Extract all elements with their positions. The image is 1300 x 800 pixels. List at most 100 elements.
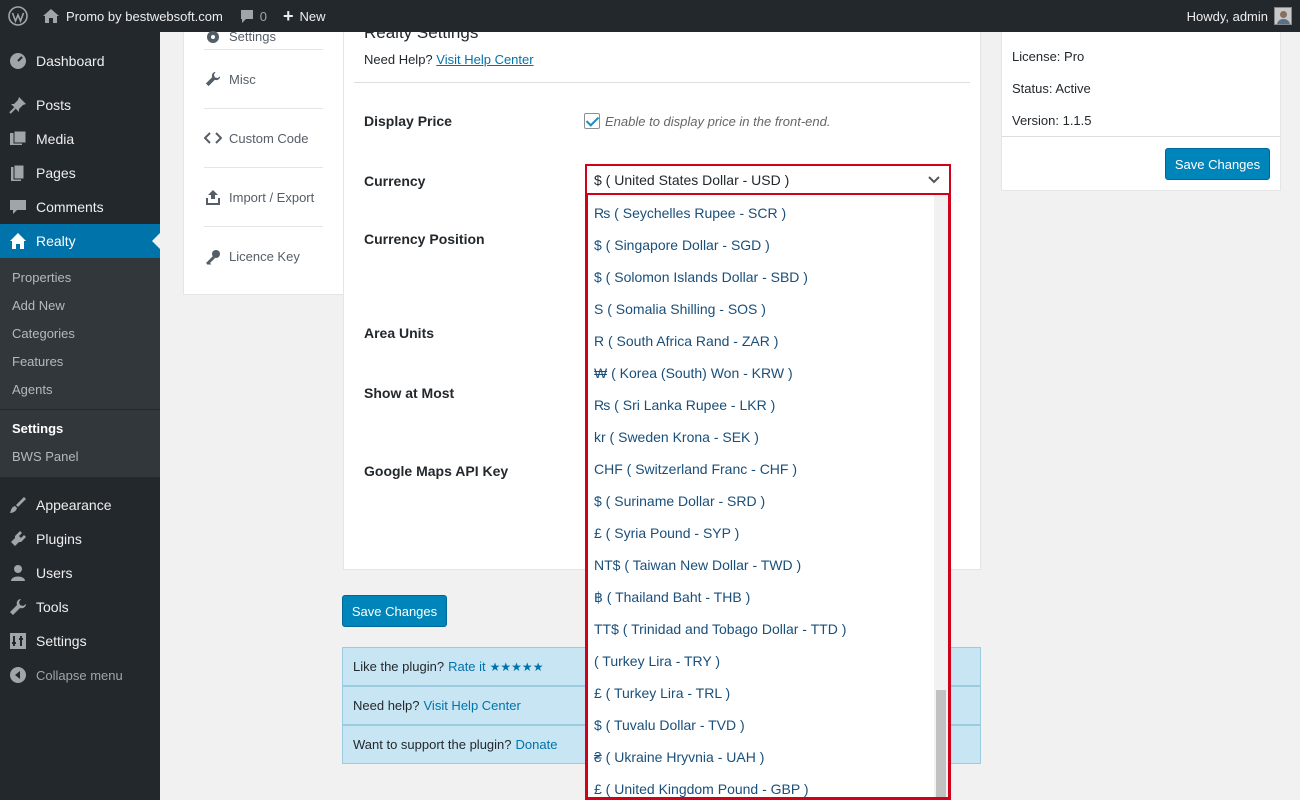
sidebar-item-pages[interactable]: Pages [0, 156, 160, 190]
help-line: Need Help? Visit Help Center [364, 52, 534, 67]
currency-option[interactable]: ₨ ( Seychelles Rupee - SCR ) [588, 197, 934, 229]
code-icon [204, 131, 222, 145]
admin-sidebar: Dashboard Posts Media Pages Comments Rea… [0, 32, 160, 800]
home-icon [8, 231, 28, 251]
currency-option[interactable]: CHF ( Switzerland Franc - CHF ) [588, 453, 934, 485]
sidebar-item-label: Pages [36, 165, 76, 181]
currency-option[interactable]: $ ( Tuvalu Dollar - TVD ) [588, 709, 934, 741]
donate-link[interactable]: Donate [516, 737, 558, 752]
currency-option[interactable]: S ( Somalia Shilling - SOS ) [588, 293, 934, 325]
plugin-version: Version: 1.1.5 [1012, 113, 1092, 128]
currency-option[interactable]: $ ( Solomon Islands Dollar - SBD ) [588, 261, 934, 293]
sidebar-item-label: Comments [36, 199, 104, 215]
sidebar-item-realty[interactable]: Realty [0, 224, 160, 258]
currency-option[interactable]: ฿ ( Thailand Baht - THB ) [588, 581, 934, 613]
display-price-description: Enable to display price in the front-end… [605, 113, 831, 129]
plug-icon [8, 529, 28, 549]
sidebar-item-plugins[interactable]: Plugins [0, 522, 160, 556]
comment-icon [239, 8, 255, 24]
currency-option[interactable]: ₨ ( Sri Lanka Rupee - LKR ) [588, 389, 934, 421]
tab-custom-code[interactable]: Custom Code [204, 109, 323, 168]
sidebar-item-posts[interactable]: Posts [0, 88, 160, 122]
gear-icon [204, 29, 222, 45]
help-center-link-2[interactable]: Visit Help Center [424, 698, 521, 713]
tab-label: Misc [229, 71, 256, 87]
tab-label: Import / Export [229, 189, 315, 205]
help-center-link[interactable]: Visit Help Center [436, 52, 533, 67]
sidebar-item-comments[interactable]: Comments [0, 190, 160, 224]
new-label: New [299, 8, 326, 24]
sidebar-item-label: Posts [36, 97, 72, 113]
pages-icon [8, 163, 28, 183]
admin-bar: Promo by bestwebsoft.com 0 + New Howdy, … [0, 0, 1300, 32]
scrollbar-thumb[interactable] [936, 690, 946, 797]
save-changes-button[interactable]: Save Changes [342, 595, 447, 627]
currency-option[interactable]: £ ( United Kingdom Pound - GBP ) [588, 773, 934, 797]
realty-submenu: Properties Add New Categories Features A… [0, 258, 160, 477]
comments-count: 0 [259, 8, 268, 24]
wordpress-logo-icon[interactable] [0, 0, 34, 32]
currency-option[interactable]: kr ( Sweden Krona - SEK ) [588, 421, 934, 453]
sidebar-item-label: Realty [36, 233, 76, 249]
tab-import-export[interactable]: Import / Export [204, 168, 323, 227]
stars-icon[interactable]: ★★★★★ [490, 660, 544, 674]
currency-option[interactable]: TT$ ( Trinidad and Tobago Dollar - TTD ) [588, 613, 934, 645]
user-icon [8, 563, 28, 583]
currency-option[interactable]: $ ( Singapore Dollar - SGD ) [588, 229, 934, 261]
submenu-item-features[interactable]: Features [0, 348, 160, 376]
sidebar-item-media[interactable]: Media [0, 122, 160, 156]
currency-option[interactable]: £ ( Syria Pound - SYP ) [588, 517, 934, 549]
currency-option[interactable]: $ ( Suriname Dollar - SRD ) [588, 485, 934, 517]
need-help-text: Need help? [353, 698, 420, 713]
display-price-checkbox[interactable]: Enable to display price in the front-end… [584, 113, 830, 129]
key-icon [204, 249, 222, 265]
rate-it-link[interactable]: Rate it [448, 659, 486, 674]
site-name: Promo by bestwebsoft.com [66, 8, 223, 24]
settings-tabs: Settings Misc Custom Code Import / Expor… [183, 29, 344, 295]
howdy-text: Howdy, admin [1186, 8, 1268, 24]
license-status: Status: Active [1012, 81, 1091, 96]
submenu-item-add-new[interactable]: Add New [0, 292, 160, 320]
collapse-menu-label: Collapse menu [36, 667, 123, 683]
tab-misc[interactable]: Misc [204, 50, 323, 109]
my-account[interactable]: Howdy, admin [1187, 7, 1300, 25]
like-text: Like the plugin? [353, 659, 445, 674]
tab-label: Settings [229, 29, 276, 44]
tab-licence-key[interactable]: Licence Key [204, 227, 323, 286]
dropdown-scrollbar[interactable] [934, 195, 948, 797]
currency-option[interactable]: ₩ ( Korea (South) Won - KRW ) [588, 357, 934, 389]
currency-option[interactable]: ( Turkey Lira - TRY ) [588, 645, 934, 677]
page-title: Realty Settings [364, 23, 479, 42]
dashboard-icon [8, 51, 28, 71]
media-icon [8, 129, 28, 149]
submenu-item-settings[interactable]: Settings [0, 415, 160, 443]
submenu-item-categories[interactable]: Categories [0, 320, 160, 348]
checkbox-checked-icon[interactable] [584, 113, 600, 129]
currency-label: Currency [364, 173, 426, 189]
license-save-changes-button[interactable]: Save Changes [1165, 148, 1270, 180]
sidebar-item-label: Dashboard [36, 53, 105, 69]
currency-option[interactable]: R ( South Africa Rand - ZAR ) [588, 325, 934, 357]
settings-icon [8, 631, 28, 651]
currency-selected-value: $ ( United States Dollar - USD ) [594, 171, 790, 188]
currency-select[interactable]: $ ( United States Dollar - USD ) [585, 164, 951, 195]
collapse-menu-button[interactable]: Collapse menu [0, 658, 160, 692]
tab-settings[interactable]: Settings [204, 24, 323, 50]
sidebar-item-appearance[interactable]: Appearance [0, 488, 160, 522]
sidebar-item-dashboard[interactable]: Dashboard [0, 44, 160, 78]
submenu-item-agents[interactable]: Agents [0, 376, 160, 404]
submenu-item-bws-panel[interactable]: BWS Panel [0, 443, 160, 471]
submenu-item-properties[interactable]: Properties [0, 264, 160, 292]
sidebar-item-users[interactable]: Users [0, 556, 160, 590]
sidebar-item-label: Tools [36, 599, 69, 615]
area-units-label: Area Units [364, 325, 435, 341]
site-name-link[interactable]: Promo by bestwebsoft.com [34, 0, 231, 32]
sidebar-item-tools[interactable]: Tools [0, 590, 160, 624]
currency-option[interactable]: £ ( Turkey Lira - TRL ) [588, 677, 934, 709]
currency-option[interactable]: ₴ ( Ukraine Hryvnia - UAH ) [588, 741, 934, 773]
license-box: License: Pro Status: Active Version: 1.1… [1001, 32, 1281, 191]
chevron-down-icon [927, 173, 941, 187]
sidebar-item-settings[interactable]: Settings [0, 624, 160, 658]
currency-position-label: Currency Position [364, 231, 485, 247]
currency-option[interactable]: NT$ ( Taiwan New Dollar - TWD ) [588, 549, 934, 581]
